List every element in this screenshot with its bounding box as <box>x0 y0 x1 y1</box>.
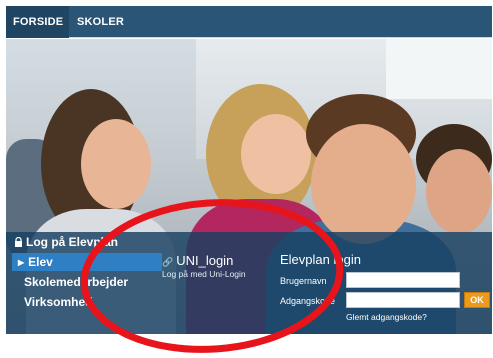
nav-item-skoler[interactable]: SKOLER <box>70 6 131 38</box>
photo-boy-face <box>311 124 416 244</box>
page-frame: FORSIDE SKOLER Log på Elevplan ▶ Elev Sk… <box>6 6 492 334</box>
login-title: Log på Elevplan <box>14 235 118 249</box>
role-skolemedarbejder[interactable]: Skolemedarbejder <box>24 275 128 289</box>
forgot-password-link[interactable]: Glemt adgangskode? <box>346 312 427 322</box>
triangle-right-icon: ▶ <box>18 258 25 267</box>
photo-boy2-face <box>426 149 492 234</box>
link-icon: 🔗 <box>162 257 174 267</box>
role-virksomhed[interactable]: Virksomhed <box>24 295 92 309</box>
uni-login-subtitle: Log på med Uni-Login <box>162 269 246 279</box>
username-label: Brugernavn <box>280 276 327 286</box>
role-elev[interactable]: ▶ Elev <box>12 253 162 271</box>
hero-photo: Log på Elevplan ▶ Elev Skolemedarbejder V… <box>6 39 492 334</box>
password-input[interactable] <box>346 292 460 308</box>
uni-login-title: UNI_login <box>176 253 234 268</box>
login-band: Log på Elevplan ▶ Elev Skolemedarbejder V… <box>6 232 492 334</box>
username-input[interactable] <box>346 272 460 288</box>
role-elev-label: Elev <box>28 255 53 269</box>
login-title-text: Log på Elevplan <box>26 235 119 249</box>
photo-blonde-face <box>241 114 311 194</box>
lock-icon <box>15 237 22 247</box>
photo-window <box>386 39 492 99</box>
photo-girl-face <box>81 119 151 209</box>
top-navigation: FORSIDE SKOLER <box>6 6 492 38</box>
password-label: Adgangskode <box>280 296 336 306</box>
uni-login-link[interactable]: 🔗 UNI_login <box>162 253 233 268</box>
nav-item-forside[interactable]: FORSIDE <box>6 6 69 38</box>
ok-button[interactable]: OK <box>464 292 490 308</box>
elevplan-login-title: Elevplan login <box>280 252 361 267</box>
